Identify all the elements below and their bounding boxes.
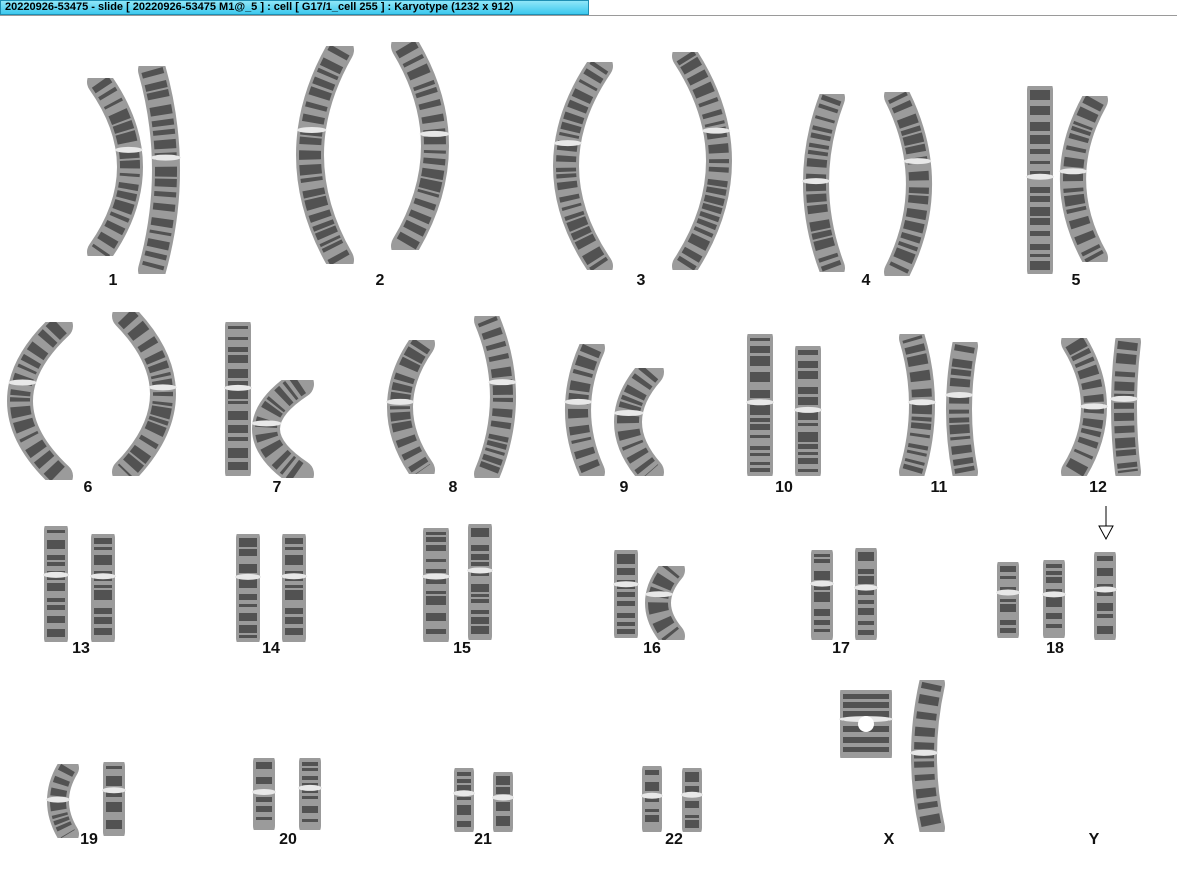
chromosome-18-copy-1: [996, 562, 1020, 638]
chromosome-label-Y: Y: [1088, 831, 1100, 848]
chromosome-label-9: 9: [619, 479, 629, 496]
chromosome-21-copy-1: [453, 768, 475, 832]
window-title: 20220926-53475 - slide [ 20220926-53475 …: [5, 1, 514, 13]
chromosome-label-16: 16: [643, 640, 661, 657]
chromosome-16-copy-2: [644, 566, 685, 640]
chromosome-22-copy-2: [681, 768, 703, 832]
chromosome-2-copy-2: [391, 42, 450, 250]
chromosome-3-copy-2: [672, 52, 732, 270]
chromosome-label-10: 10: [775, 479, 793, 496]
chromosome-19-copy-1: [46, 764, 79, 838]
chromosome-label-13: 13: [72, 640, 90, 657]
chromosome-7-copy-2: [251, 380, 314, 478]
chromosome-18-copy-3: [1093, 552, 1117, 640]
chromosome-label-19: 19: [80, 831, 98, 848]
chromosome-label-15: 15: [453, 640, 471, 657]
window-title-bar: 20220926-53475 - slide [ 20220926-53475 …: [0, 0, 589, 15]
chromosome-label-7: 7: [272, 479, 282, 496]
chromosome-20-copy-2: [298, 758, 322, 830]
chromosome-label-21: 21: [474, 831, 492, 848]
chromosome-label-22: 22: [665, 831, 683, 848]
chromosome-label-11: 11: [930, 479, 948, 496]
chromosome-13-copy-1: [43, 526, 69, 642]
chromosome-label-17: 17: [832, 640, 850, 657]
karyogram-canvas: 1 2 3 4 5 6 7 8 9 10 11 12 13 14 15 16 17 18 19 20 21 22 X Y: [0, 16, 1177, 880]
down-arrow-icon: [1098, 506, 1114, 541]
chromosome-label-18: 18: [1046, 640, 1064, 657]
chromosome-11-copy-2: [945, 342, 978, 476]
chromosome-label-12: 12: [1089, 479, 1107, 496]
chromosome-10-copy-1: [746, 334, 774, 476]
chromosome-9-copy-2: [613, 368, 664, 476]
chromosome-8-copy-2: [474, 316, 517, 478]
chromosome-1-copy-2: [138, 66, 181, 274]
chromosome-17-copy-1: [810, 550, 834, 640]
chromosome-22-copy-1: [641, 766, 663, 832]
chromosome-10-copy-2: [794, 346, 822, 476]
chromosome-6-copy-2: [112, 312, 177, 476]
chromosome-14-copy-2: [281, 534, 307, 642]
chromosome-5-copy-2: [1059, 96, 1108, 262]
chromosome-19-copy-2: [102, 762, 126, 836]
chromosome-label-14: 14: [262, 640, 280, 657]
chromosome-label-8: 8: [448, 479, 458, 496]
chromosome-label-5: 5: [1071, 272, 1081, 289]
chromosome-label-6: 6: [83, 479, 93, 496]
chromosome-17-copy-2: [854, 548, 878, 640]
chromosome-X-copy-2: [910, 680, 945, 832]
chromosome-label-2: 2: [375, 272, 385, 289]
chromosome-15-copy-2: [467, 524, 493, 640]
chromosome-4-copy-2: [884, 92, 932, 276]
chromosome-12-copy-2: [1110, 338, 1141, 476]
chromosome-13-copy-2: [90, 534, 116, 642]
chromosome-label-20: 20: [279, 831, 297, 848]
chromosome-20-copy-1: [252, 758, 276, 830]
chromosome-14-copy-1: [235, 534, 261, 642]
chromosome-label-1: 1: [108, 272, 118, 289]
chromosome-15-copy-1: [422, 528, 450, 642]
chromosome-label-4: 4: [861, 272, 871, 289]
chromosome-label-X: X: [883, 831, 895, 848]
chromosome-label-3: 3: [636, 272, 646, 289]
chromosome-21-copy-2: [492, 772, 514, 832]
chromosome-18-copy-2: [1042, 560, 1066, 638]
